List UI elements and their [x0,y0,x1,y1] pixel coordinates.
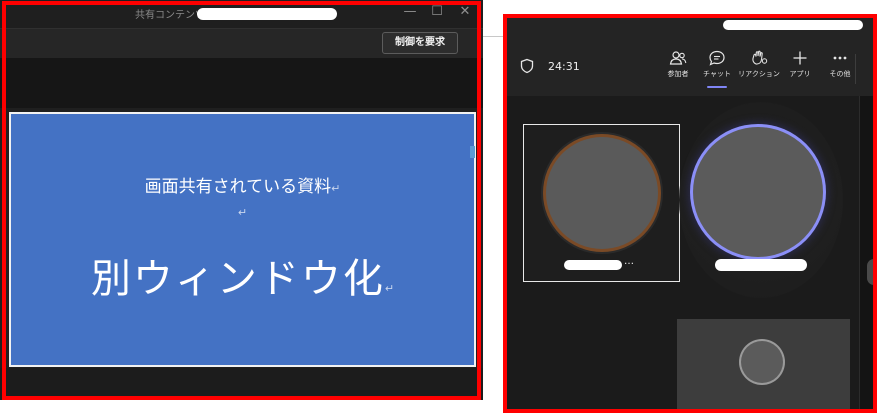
plus-icon [793,51,807,65]
participant-tile[interactable]: … [523,124,680,282]
window-title: 共有コンテンツ [135,10,205,21]
participant-avatar [546,137,658,249]
paragraph-mark: ↵ [384,282,395,295]
reaction-label: リアクション [738,70,780,78]
slide-title: 別ウィンドウ化↵ [11,246,474,304]
redacted-meeting-title [723,20,863,30]
slide-edge-marker [470,146,475,158]
desktop-line [483,36,503,37]
meeting-window: 24:31 参加者 チャット リアクション アプリ その他 … [503,14,877,413]
shield-icon[interactable] [519,58,535,74]
content-top-area [0,58,483,108]
apps-button[interactable]: アプリ [778,50,822,79]
chat-icon [709,50,725,66]
shared-content-window: 共有コンテンツ — ☐ ✕ 制御を要求 画面共有されている資料↵ ↵ 別ウィンド… [0,0,483,400]
minimize-icon[interactable]: — [402,4,418,19]
speaking-participant-avatar[interactable] [693,127,823,257]
chat-label: チャット [703,70,731,78]
reaction-icon [752,50,768,65]
request-control-button[interactable]: 制御を要求 [382,32,458,54]
paragraph-mark: ↵ [331,182,341,195]
chat-button[interactable]: チャット [695,50,739,79]
apps-label: アプリ [789,70,811,78]
slide-title-text: 別ウィンドウ化 [90,256,385,302]
slide-subtitle: 画面共有されている資料↵ [11,172,474,197]
empty-paragraph-mark: ↵ [237,206,248,219]
self-view[interactable] [677,319,850,413]
redacted-speaker-name [715,259,807,271]
self-avatar [741,341,783,383]
title-bar: 共有コンテンツ — ☐ ✕ [0,0,483,28]
screen: 共有コンテンツ — ☐ ✕ 制御を要求 画面共有されている資料↵ ↵ 別ウィンド… [0,0,877,413]
bottom-bar [0,368,483,400]
redacted-name [564,260,622,270]
slide-subtitle-text: 画面共有されている資料 [144,177,332,197]
header-divider [855,54,856,84]
side-panel-avatar[interactable] [867,259,877,285]
redacted-label [8,399,66,411]
side-panel-edge [859,96,877,413]
active-tab-indicator [707,86,727,88]
desktop-gap [483,0,503,413]
reaction-button[interactable]: リアクション [737,50,781,79]
redacted-title [197,8,337,20]
more-icon [833,56,847,60]
people-icon [669,51,687,65]
maximize-icon[interactable]: ☐ [429,4,445,19]
close-icon[interactable]: ✕ [457,4,473,19]
participants-button[interactable]: 参加者 [656,50,700,79]
participant-name-ellipsis: … [624,256,634,267]
meeting-timer: 24:31 [548,60,580,73]
shared-slide: 画面共有されている資料↵ ↵ 別ウィンドウ化↵ [9,112,476,367]
participants-label: 参加者 [667,70,689,78]
meeting-header: 24:31 参加者 チャット リアクション アプリ その他 [503,14,877,96]
